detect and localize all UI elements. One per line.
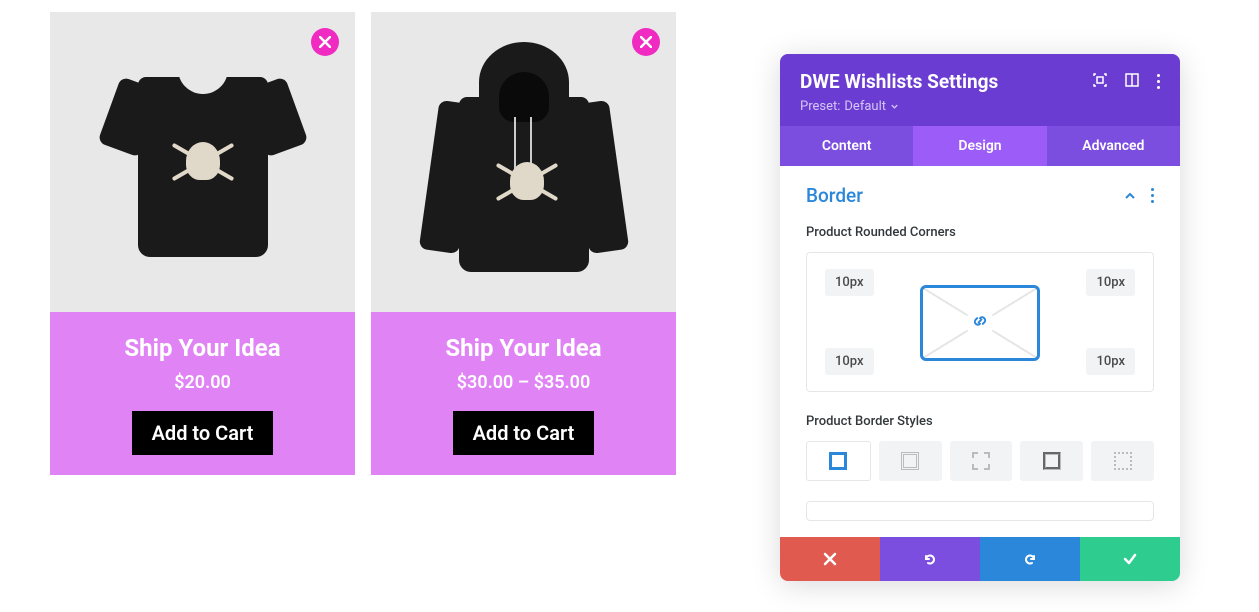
chevron-down-icon [890, 102, 899, 111]
add-to-cart-button[interactable]: Add to Cart [453, 411, 595, 455]
tab-advanced[interactable]: Advanced [1047, 126, 1180, 166]
tabs: Content Design Advanced [780, 126, 1180, 166]
corner-top-right-input[interactable]: 10px [1086, 269, 1135, 296]
border-style-double[interactable] [879, 441, 942, 481]
preset-selector[interactable]: Preset: Default [800, 99, 1160, 114]
field-label-border-styles: Product Border Styles [806, 414, 1154, 429]
expand-icon[interactable] [1093, 72, 1107, 91]
kebab-menu-icon[interactable] [1151, 188, 1154, 203]
border-style-dotted[interactable] [1091, 441, 1154, 481]
border-style-dashed[interactable] [950, 441, 1013, 481]
hoodie-graphic [424, 42, 624, 282]
product-image [50, 12, 355, 312]
check-icon [1122, 551, 1138, 567]
product-card: Ship Your Idea $30.00 – $35.00 Add to Ca… [371, 12, 676, 475]
product-price: $20.00 [62, 372, 343, 393]
border-style-solid[interactable] [806, 441, 871, 481]
undo-button[interactable] [880, 537, 980, 581]
settings-panel: DWE Wishlists Settings Preset: Default C… [780, 54, 1180, 581]
product-card: Ship Your Idea $20.00 Add to Cart [50, 12, 355, 475]
section-header[interactable]: Border [806, 184, 1154, 207]
corners-preview[interactable] [920, 285, 1040, 361]
product-image [371, 12, 676, 312]
border-settings-box [806, 501, 1154, 521]
section-title: Border [806, 184, 863, 207]
redo-icon [1022, 551, 1038, 567]
remove-product-button[interactable] [632, 28, 660, 56]
product-meta: Ship Your Idea $20.00 Add to Cart [50, 312, 355, 475]
redo-button[interactable] [980, 537, 1080, 581]
corner-bottom-left-input[interactable]: 10px [825, 348, 874, 375]
border-styles-group [806, 441, 1154, 481]
rounded-corners-control: 10px 10px 10px 10px [806, 252, 1154, 392]
close-icon [319, 36, 331, 48]
preset-value: Default [844, 99, 886, 114]
undo-icon [922, 551, 938, 567]
field-label-rounded: Product Rounded Corners [806, 225, 1154, 240]
cancel-button[interactable] [780, 537, 880, 581]
tab-design[interactable]: Design [913, 126, 1046, 166]
link-icon [966, 307, 994, 339]
remove-product-button[interactable] [311, 28, 339, 56]
layout-icon[interactable] [1125, 72, 1139, 91]
close-icon [822, 551, 838, 567]
corner-bottom-right-input[interactable]: 10px [1086, 348, 1135, 375]
border-style-groove[interactable] [1020, 441, 1083, 481]
chevron-up-icon[interactable] [1123, 189, 1137, 203]
panel-title: DWE Wishlists Settings [800, 70, 998, 93]
corner-top-left-input[interactable]: 10px [825, 269, 874, 296]
add-to-cart-button[interactable]: Add to Cart [132, 411, 274, 455]
kebab-menu-icon[interactable] [1157, 74, 1160, 89]
product-price: $30.00 – $35.00 [383, 372, 664, 393]
close-icon [640, 36, 652, 48]
tab-content[interactable]: Content [780, 126, 913, 166]
product-title: Ship Your Idea [383, 334, 664, 362]
product-title: Ship Your Idea [62, 334, 343, 362]
panel-header: DWE Wishlists Settings Preset: Default [780, 54, 1180, 126]
tshirt-graphic [108, 47, 298, 277]
panel-footer [780, 537, 1180, 581]
save-button[interactable] [1080, 537, 1180, 581]
preset-label: Preset: [800, 99, 840, 114]
product-meta: Ship Your Idea $30.00 – $35.00 Add to Ca… [371, 312, 676, 475]
